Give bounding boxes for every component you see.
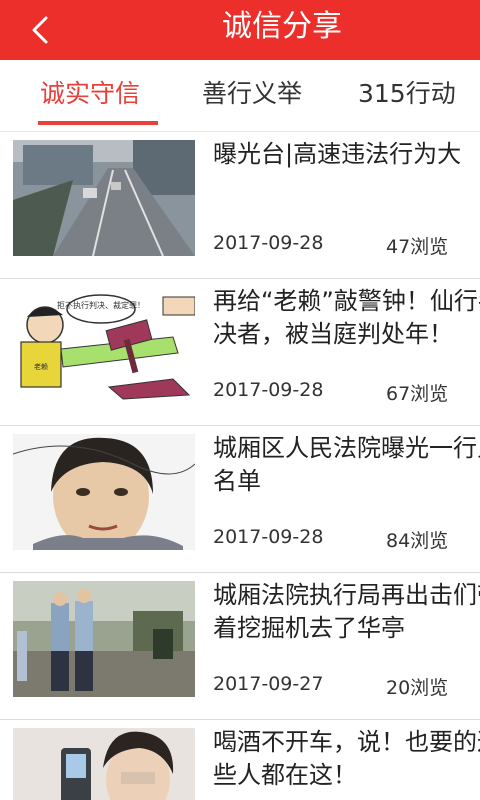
list-item[interactable]: 城厢区人民法院曝光一行人名单 2017-09-28 84浏览 [0,426,480,573]
article-date: 2017-09-27 [213,673,324,695]
page-title: 诚信分享 [222,9,342,44]
article-thumbnail [13,581,195,697]
list-item[interactable]: 城厢法院执行局再出击们带着挖掘机去了华亭 2017-09-27 20浏览 [0,573,480,720]
cartoon-shirt-text: 老赖 [34,362,48,371]
list-item[interactable]: 拒不执行判决、裁定罪！ 老赖 再给“老赖”敲警钟！仙行判决者，被当庭判处年！ 2… [0,279,480,426]
article-views: 67浏览 [386,383,449,405]
article-date: 2017-09-28 [213,526,324,548]
tab-315-action[interactable]: 315行动 [358,74,456,114]
list-item[interactable]: 曝光台|高速违法行为大 2017-09-28 47浏览 [0,132,480,279]
article-date: 2017-09-28 [213,232,324,254]
article-title: 喝酒不开车，说！也要的这些人都在这！ [213,728,480,789]
category-tabs: 诚实守信 善行义举 315行动 [0,60,480,132]
article-thumbnail [13,140,195,256]
article-thumbnail [13,434,195,550]
tab-honesty[interactable]: 诚实守信 [40,74,140,114]
article-title: 城厢法院执行局再出击们带着挖掘机去了华亭 [213,581,480,642]
article-title: 再给“老赖”敲警钟！仙行判决者，被当庭判处年！ [213,287,480,348]
article-views: 84浏览 [386,530,449,552]
cartoon-speech-bubble: 拒不执行判决、裁定罪！ [57,300,145,310]
article-thumbnail: 拒不执行判决、裁定罪！ 老赖 [13,287,195,403]
article-title: 城厢区人民法院曝光一行人名单 [213,434,480,495]
article-views: 20浏览 [386,677,449,699]
article-date: 2017-09-28 [213,379,324,401]
active-tab-indicator [38,121,158,125]
tab-good-deeds[interactable]: 善行义举 [202,74,302,114]
article-title: 曝光台|高速违法行为大 [213,140,462,168]
article-views: 47浏览 [386,236,449,258]
list-item[interactable]: 喝酒不开车，说！也要的这些人都在这！ [0,720,480,800]
article-thumbnail [13,728,195,800]
app-header: 诚信分享 [0,0,480,60]
